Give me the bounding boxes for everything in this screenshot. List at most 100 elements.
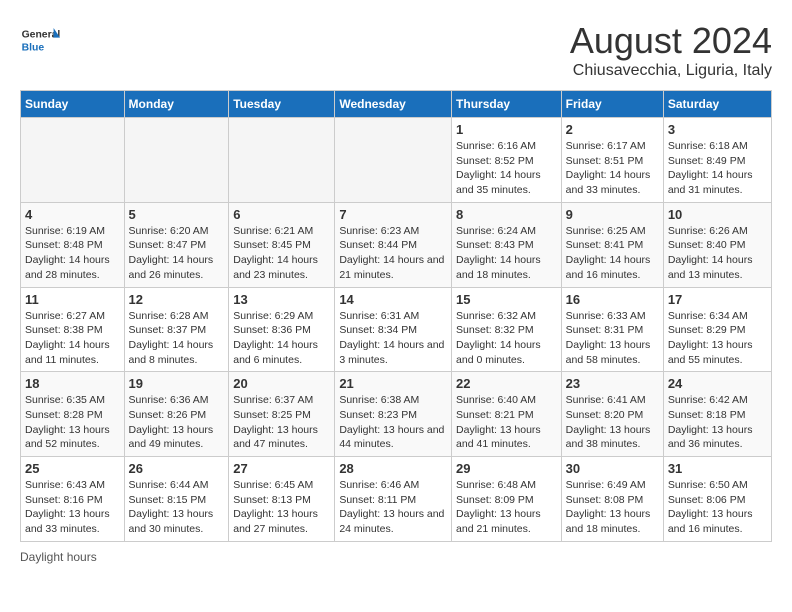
- day-info: Sunrise: 6:40 AMSunset: 8:21 PMDaylight:…: [456, 393, 557, 452]
- day-number: 2: [566, 122, 659, 137]
- day-number: 19: [129, 376, 225, 391]
- calendar-day-cell: 19 Sunrise: 6:36 AMSunset: 8:26 PMDayligh…: [124, 372, 229, 457]
- day-info: Sunrise: 6:19 AMSunset: 8:48 PMDaylight:…: [25, 224, 120, 283]
- logo: General Blue: [20, 20, 64, 60]
- day-number: 7: [339, 207, 447, 222]
- calendar-day-cell: 5 Sunrise: 6:20 AMSunset: 8:47 PMDaylight…: [124, 202, 229, 287]
- day-number: 1: [456, 122, 557, 137]
- calendar-header-row: SundayMondayTuesdayWednesdayThursdayFrid…: [21, 91, 772, 118]
- calendar-day-cell: 14Sunrise: 6:31 AMSunset: 8:34 PMDayligh…: [335, 287, 452, 372]
- day-number: 27: [233, 461, 330, 476]
- day-info: Sunrise: 6:42 AMSunset: 8:18 PMDaylight:…: [668, 393, 767, 452]
- day-info: Sunrise: 6:21 AMSunset: 8:45 PMDaylight:…: [233, 224, 330, 283]
- calendar-day-cell: 31 Sunrise: 6:50 AMSunset: 8:06 PMDayligh…: [663, 457, 771, 542]
- calendar-body: 1 Sunrise: 6:16 AMSunset: 8:52 PMDaylight…: [21, 118, 772, 542]
- daylight-label: Daylight hours: [20, 550, 97, 564]
- day-info: Sunrise: 6:28 AMSunset: 8:37 PMDaylight:…: [129, 309, 225, 368]
- calendar-day-cell: 7 Sunrise: 6:23 AMSunset: 8:44 PMDaylight…: [335, 202, 452, 287]
- calendar-day-cell: 10Sunrise: 6:26 AMSunset: 8:40 PMDayligh…: [663, 202, 771, 287]
- calendar-day-cell: 17Sunrise: 6:34 AMSunset: 8:29 PMDayligh…: [663, 287, 771, 372]
- calendar-subtitle: Chiusavecchia, Liguria, Italy: [570, 62, 772, 80]
- calendar-title: August 2024: [570, 20, 772, 62]
- day-of-week-header: Friday: [561, 91, 663, 118]
- day-of-week-header: Sunday: [21, 91, 125, 118]
- day-number: 20: [233, 376, 330, 391]
- calendar-day-cell: 28 Sunrise: 6:46 AMSunset: 8:11 PMDayligh…: [335, 457, 452, 542]
- day-info: Sunrise: 6:50 AMSunset: 8:06 PMDaylight:…: [668, 478, 767, 537]
- day-info: Sunrise: 6:41 AMSunset: 8:20 PMDaylight:…: [566, 393, 659, 452]
- calendar-week-row: 25 Sunrise: 6:43 AMSunset: 8:16 PMDayligh…: [21, 457, 772, 542]
- calendar-week-row: 11Sunrise: 6:27 AMSunset: 8:38 PMDayligh…: [21, 287, 772, 372]
- day-info: Sunrise: 6:49 AMSunset: 8:08 PMDaylight:…: [566, 478, 659, 537]
- day-info: Sunrise: 6:33 AMSunset: 8:31 PMDaylight:…: [566, 309, 659, 368]
- day-info: Sunrise: 6:37 AMSunset: 8:25 PMDaylight:…: [233, 393, 330, 452]
- day-number: 6: [233, 207, 330, 222]
- day-info: Sunrise: 6:26 AMSunset: 8:40 PMDaylight:…: [668, 224, 767, 283]
- calendar-day-cell: 8Sunrise: 6:24 AMSunset: 8:43 PMDaylight…: [452, 202, 562, 287]
- day-info: Sunrise: 6:38 AMSunset: 8:23 PMDaylight:…: [339, 393, 447, 452]
- day-info: Sunrise: 6:23 AMSunset: 8:44 PMDaylight:…: [339, 224, 447, 283]
- day-number: 9: [566, 207, 659, 222]
- calendar-day-cell: 24Sunrise: 6:42 AMSunset: 8:18 PMDayligh…: [663, 372, 771, 457]
- day-info: Sunrise: 6:32 AMSunset: 8:32 PMDaylight:…: [456, 309, 557, 368]
- day-number: 13: [233, 292, 330, 307]
- calendar-week-row: 18Sunrise: 6:35 AMSunset: 8:28 PMDayligh…: [21, 372, 772, 457]
- calendar-day-cell: 15 Sunrise: 6:32 AMSunset: 8:32 PMDayligh…: [452, 287, 562, 372]
- calendar-day-cell: 20 Sunrise: 6:37 AMSunset: 8:25 PMDayligh…: [229, 372, 335, 457]
- title-block: August 2024 Chiusavecchia, Liguria, Ital…: [570, 20, 772, 80]
- calendar-day-cell: 22Sunrise: 6:40 AMSunset: 8:21 PMDayligh…: [452, 372, 562, 457]
- day-number: 31: [668, 461, 767, 476]
- day-info: Sunrise: 6:43 AMSunset: 8:16 PMDaylight:…: [25, 478, 120, 537]
- calendar-week-row: 4 Sunrise: 6:19 AMSunset: 8:48 PMDaylight…: [21, 202, 772, 287]
- calendar-day-cell: 4 Sunrise: 6:19 AMSunset: 8:48 PMDaylight…: [21, 202, 125, 287]
- day-number: 30: [566, 461, 659, 476]
- day-number: 14: [339, 292, 447, 307]
- svg-text:Blue: Blue: [22, 42, 45, 53]
- day-number: 26: [129, 461, 225, 476]
- day-info: Sunrise: 6:34 AMSunset: 8:29 PMDaylight:…: [668, 309, 767, 368]
- calendar-day-cell: [229, 118, 335, 203]
- day-number: 4: [25, 207, 120, 222]
- calendar-day-cell: 3Sunrise: 6:18 AMSunset: 8:49 PMDaylight…: [663, 118, 771, 203]
- calendar-day-cell: 6 Sunrise: 6:21 AMSunset: 8:45 PMDaylight…: [229, 202, 335, 287]
- day-number: 3: [668, 122, 767, 137]
- day-of-week-header: Saturday: [663, 91, 771, 118]
- day-of-week-header: Wednesday: [335, 91, 452, 118]
- day-info: Sunrise: 6:46 AMSunset: 8:11 PMDaylight:…: [339, 478, 447, 537]
- calendar-day-cell: 29 Sunrise: 6:48 AMSunset: 8:09 PMDayligh…: [452, 457, 562, 542]
- calendar-day-cell: 2Sunrise: 6:17 AMSunset: 8:51 PMDaylight…: [561, 118, 663, 203]
- day-info: Sunrise: 6:24 AMSunset: 8:43 PMDaylight:…: [456, 224, 557, 283]
- day-number: 21: [339, 376, 447, 391]
- day-info: Sunrise: 6:29 AMSunset: 8:36 PMDaylight:…: [233, 309, 330, 368]
- day-number: 28: [339, 461, 447, 476]
- day-info: Sunrise: 6:20 AMSunset: 8:47 PMDaylight:…: [129, 224, 225, 283]
- calendar-day-cell: 25 Sunrise: 6:43 AMSunset: 8:16 PMDayligh…: [21, 457, 125, 542]
- day-info: Sunrise: 6:45 AMSunset: 8:13 PMDaylight:…: [233, 478, 330, 537]
- day-of-week-header: Tuesday: [229, 91, 335, 118]
- day-number: 23: [566, 376, 659, 391]
- calendar-week-row: 1 Sunrise: 6:16 AMSunset: 8:52 PMDaylight…: [21, 118, 772, 203]
- day-info: Sunrise: 6:35 AMSunset: 8:28 PMDaylight:…: [25, 393, 120, 452]
- day-of-week-header: Monday: [124, 91, 229, 118]
- day-number: 15: [456, 292, 557, 307]
- day-number: 29: [456, 461, 557, 476]
- day-info: Sunrise: 6:36 AMSunset: 8:26 PMDaylight:…: [129, 393, 225, 452]
- calendar-day-cell: 23 Sunrise: 6:41 AMSunset: 8:20 PMDayligh…: [561, 372, 663, 457]
- calendar-day-cell: 27 Sunrise: 6:45 AMSunset: 8:13 PMDayligh…: [229, 457, 335, 542]
- day-number: 5: [129, 207, 225, 222]
- footer: Daylight hours: [20, 550, 772, 564]
- day-number: 25: [25, 461, 120, 476]
- calendar-day-cell: [335, 118, 452, 203]
- day-info: Sunrise: 6:48 AMSunset: 8:09 PMDaylight:…: [456, 478, 557, 537]
- calendar-day-cell: 21 Sunrise: 6:38 AMSunset: 8:23 PMDayligh…: [335, 372, 452, 457]
- day-info: Sunrise: 6:44 AMSunset: 8:15 PMDaylight:…: [129, 478, 225, 537]
- calendar-day-cell: 12Sunrise: 6:28 AMSunset: 8:37 PMDayligh…: [124, 287, 229, 372]
- calendar-day-cell: 16 Sunrise: 6:33 AMSunset: 8:31 PMDayligh…: [561, 287, 663, 372]
- calendar-day-cell: 18Sunrise: 6:35 AMSunset: 8:28 PMDayligh…: [21, 372, 125, 457]
- day-info: Sunrise: 6:16 AMSunset: 8:52 PMDaylight:…: [456, 139, 557, 198]
- logo-icon: General Blue: [20, 20, 60, 60]
- day-number: 16: [566, 292, 659, 307]
- calendar-day-cell: 26 Sunrise: 6:44 AMSunset: 8:15 PMDayligh…: [124, 457, 229, 542]
- calendar-day-cell: 13 Sunrise: 6:29 AMSunset: 8:36 PMDayligh…: [229, 287, 335, 372]
- day-info: Sunrise: 6:27 AMSunset: 8:38 PMDaylight:…: [25, 309, 120, 368]
